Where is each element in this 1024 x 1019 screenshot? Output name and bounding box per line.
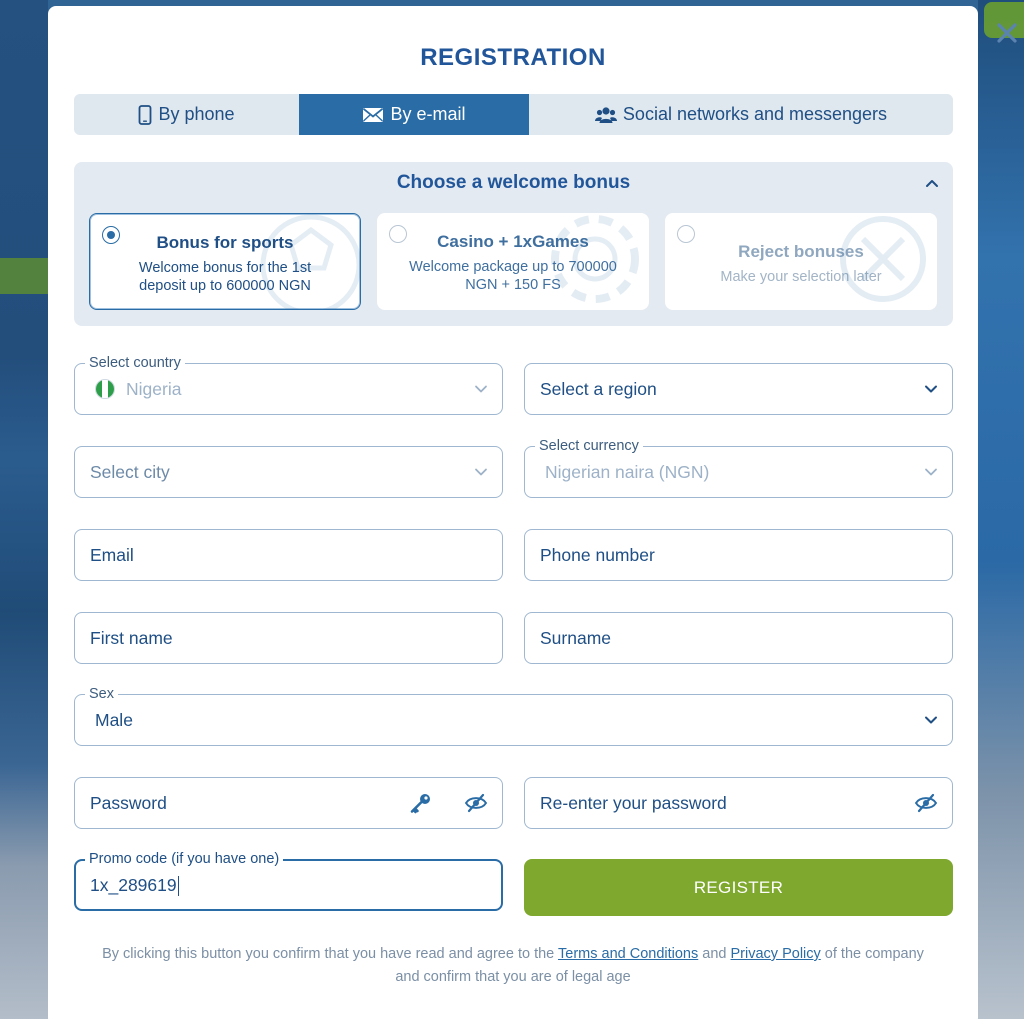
- background-right-strip: [978, 0, 1024, 1019]
- registration-tabs: By phone By e-mail Social networks and m…: [74, 94, 953, 135]
- promo-code-input[interactable]: 1x_289619: [90, 860, 179, 910]
- promo-code-value: 1x_289619: [90, 875, 177, 895]
- tab-social-networks[interactable]: Social networks and messengers: [529, 94, 953, 135]
- disclaimer-text-1: By clicking this button you confirm that…: [102, 946, 559, 962]
- tab-social-networks-label: Social networks and messengers: [622, 104, 888, 124]
- tab-by-email-label: By e-mail: [390, 104, 466, 124]
- bonus-casino-radio[interactable]: [389, 225, 407, 243]
- bonus-card-casino[interactable]: Casino + 1xGames Welcome package up to 7…: [377, 213, 649, 310]
- privacy-policy-link[interactable]: Privacy Policy: [731, 946, 821, 962]
- email-field[interactable]: Email: [74, 529, 503, 581]
- city-select[interactable]: Select city: [74, 446, 503, 498]
- country-select[interactable]: Select country Nigeria: [74, 354, 503, 415]
- chevron-down-icon: [474, 465, 488, 479]
- envelope-icon: [362, 107, 384, 123]
- bonus-sports-radio[interactable]: [102, 226, 120, 244]
- modal-title: REGISTRATION: [420, 44, 606, 71]
- registration-modal: REGISTRATION By phone By e-mail Social n…: [48, 6, 1017, 1019]
- disclaimer-text-3: of the company: [820, 946, 924, 962]
- chevron-down-icon: [924, 382, 938, 396]
- disclaimer-text-4: and confirm that you are of legal age: [395, 969, 631, 985]
- country-value: Nigeria: [126, 379, 182, 399]
- surname-field[interactable]: Surname: [524, 612, 953, 664]
- sex-select[interactable]: Sex Male: [74, 685, 953, 746]
- region-select[interactable]: Select a region: [524, 363, 953, 415]
- tab-by-email[interactable]: By e-mail: [299, 94, 529, 135]
- close-icon[interactable]: [994, 20, 1020, 46]
- chevron-down-icon: [474, 382, 488, 396]
- phone-number-placeholder: Phone number: [540, 545, 655, 565]
- currency-select[interactable]: Select currency Nigerian naira (NGN): [524, 437, 953, 498]
- register-button[interactable]: REGISTER: [524, 859, 953, 916]
- welcome-bonus-title: Choose a welcome bonus: [396, 172, 631, 193]
- currency-value: Nigerian naira (NGN): [545, 462, 710, 482]
- eye-slash-icon[interactable]: [914, 792, 938, 814]
- bonus-card-sports[interactable]: Bonus for sports Welcome bonus for the 1…: [89, 213, 361, 310]
- football-watermark-icon: [256, 214, 360, 309]
- text-cursor: [177, 876, 179, 897]
- chevron-down-icon: [924, 713, 938, 727]
- eye-slash-icon[interactable]: [464, 792, 488, 814]
- disclaimer-text-2: and: [698, 946, 731, 962]
- tab-by-phone[interactable]: By phone: [74, 94, 299, 135]
- users-icon: [594, 106, 617, 124]
- re-enter-password-field[interactable]: Re-enter your password: [524, 777, 953, 829]
- nigeria-flag-icon: [95, 379, 115, 399]
- re-enter-password-placeholder: Re-enter your password: [540, 793, 727, 813]
- casino-chip-watermark-icon: [545, 213, 649, 310]
- sex-value: Male: [95, 710, 133, 730]
- bonus-reject-radio[interactable]: [677, 225, 695, 243]
- terms-link[interactable]: Terms and Conditions: [558, 946, 698, 962]
- phone-icon: [138, 104, 152, 125]
- welcome-bonus-panel: Choose a welcome bonus Bonus for sports …: [74, 162, 953, 326]
- password-field[interactable]: Password: [74, 777, 503, 829]
- promo-code-field[interactable]: Promo code (if you have one) 1x_289619: [74, 850, 503, 911]
- reject-watermark-icon: [833, 213, 937, 310]
- email-placeholder: Email: [90, 545, 134, 565]
- background-green-block: [0, 258, 48, 294]
- terms-disclaimer: By clicking this button you confirm that…: [68, 943, 958, 989]
- first-name-field[interactable]: First name: [74, 612, 503, 664]
- password-placeholder: Password: [90, 793, 167, 813]
- city-placeholder: Select city: [90, 462, 170, 482]
- tab-by-phone-label: By phone: [158, 104, 235, 124]
- background-left-strip: [0, 0, 48, 1019]
- region-placeholder: Select a region: [540, 379, 657, 399]
- surname-placeholder: Surname: [540, 628, 612, 648]
- bonus-card-reject[interactable]: Reject bonuses Make your selection later: [665, 213, 937, 310]
- chevron-up-icon[interactable]: [925, 176, 939, 190]
- chevron-down-icon: [924, 465, 938, 479]
- phone-number-field[interactable]: Phone number: [524, 529, 953, 581]
- first-name-placeholder: First name: [90, 628, 173, 648]
- key-icon[interactable]: [409, 792, 433, 814]
